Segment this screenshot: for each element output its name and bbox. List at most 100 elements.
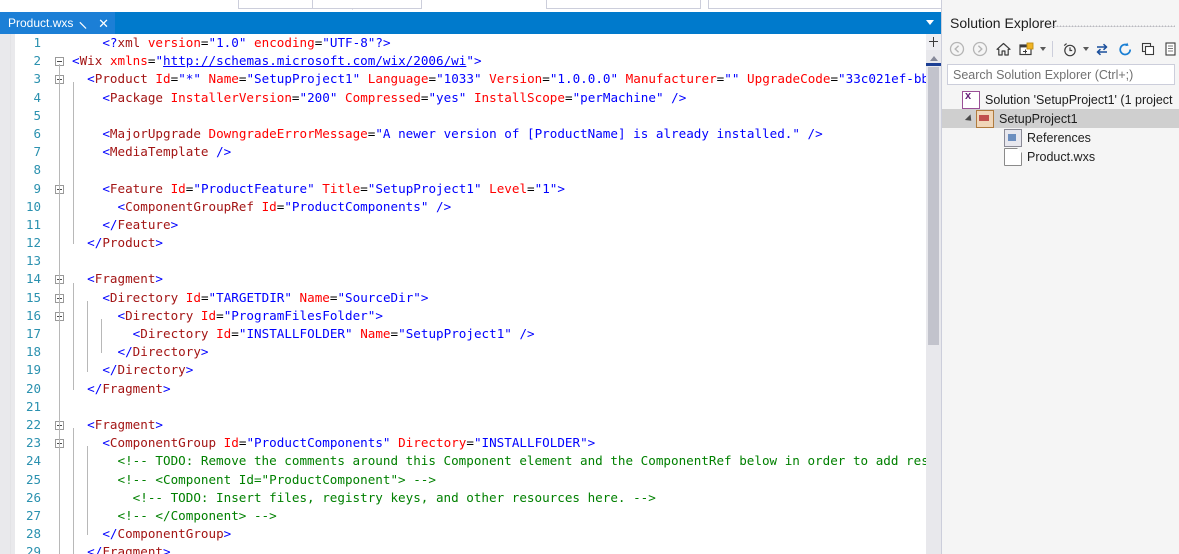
code-token: =	[390, 326, 399, 341]
forward-button[interactable]	[969, 38, 991, 60]
scrollbar-thumb[interactable]	[928, 67, 939, 345]
code-line[interactable]: 18 </Directory>	[15, 343, 926, 361]
code-line[interactable]: 23 <ComponentGroup Id = "ProductComponents…	[15, 434, 926, 452]
tree-item-solution-setupproject1-1-project[interactable]: Solution 'SetupProject1' (1 project	[942, 90, 1179, 109]
close-icon[interactable]: ✕	[98, 17, 109, 30]
code-line[interactable]: 26 <!-- TODO: Insert files, registry key…	[15, 489, 926, 507]
toolbar-combo-4[interactable]	[708, 0, 960, 9]
code-token: ComponentGroupRef	[125, 198, 254, 214]
line-number: 3	[33, 71, 41, 87]
code-token: <	[72, 326, 141, 341]
code-token: >	[163, 544, 171, 554]
code-line[interactable]: 20 </Fragment>	[15, 380, 926, 398]
code-line[interactable]: 6 <MajorUpgrade DowngradeErrorMessage="A…	[15, 125, 926, 143]
line-number: 13	[25, 253, 41, 269]
pin-icon[interactable]: ⚊	[77, 14, 95, 32]
code-line[interactable]: 19 </Directory>	[15, 361, 926, 379]
code-line[interactable]: 29 </Fragment>	[15, 543, 926, 554]
line-number: 21	[25, 398, 41, 414]
code-line[interactable]: 28 </ComponentGroup>	[15, 525, 926, 543]
tree-item-setupproject1[interactable]: SetupProject1	[942, 109, 1179, 128]
code-surface[interactable]: 1 <?xml version="1.0" encoding="UTF-8"?>…	[0, 34, 941, 554]
code-token: >	[170, 216, 179, 232]
toolbar-combo-2[interactable]	[312, 0, 422, 9]
fold-guide-line	[87, 300, 88, 372]
tree-item-label: Solution 'SetupProject1' (1 project	[985, 92, 1173, 107]
back-button[interactable]	[946, 38, 968, 60]
home-button[interactable]	[992, 38, 1014, 60]
code-line[interactable]: 7 <MediaTemplate />	[15, 143, 926, 161]
search-input[interactable]: Search Solution Explorer (Ctrl+;)	[947, 64, 1175, 85]
line-number: 22	[25, 416, 41, 432]
code-text: </Directory>	[72, 343, 208, 361]
code-token: Id	[223, 435, 239, 451]
code-line[interactable]: 1 <?xml version="1.0" encoding="UTF-8"?>	[15, 34, 926, 52]
code-token: >	[375, 307, 383, 323]
code-token: "ProductFeature"	[193, 180, 315, 196]
split-view-icon[interactable]	[926, 34, 941, 50]
folder-view-icon[interactable]	[1015, 38, 1037, 60]
code-token: "*"	[178, 71, 201, 87]
sync-icon[interactable]	[1091, 38, 1113, 60]
code-token: =	[216, 307, 224, 323]
editor-vertical-scrollbar[interactable]	[926, 34, 941, 554]
chevron-up-icon[interactable]	[926, 51, 941, 65]
code-text: <Feature Id="ProductFeature" Title="Setu…	[72, 180, 565, 198]
code-token: </	[72, 526, 118, 542]
pending-changes-dropdown-icon[interactable]	[1081, 38, 1090, 60]
code-line[interactable]: 16 <Directory Id="ProgramFilesFolder">	[15, 307, 926, 325]
code-line[interactable]: 27 <!-- </Component> -->	[15, 507, 926, 525]
code-line[interactable]: 11 </Feature>	[15, 216, 926, 234]
code-line[interactable]: 15 <Directory Id="TARGETDIR" Name="Sourc…	[15, 289, 926, 307]
code-token: <?	[72, 35, 118, 50]
code-line[interactable]: 25 <!-- <Component Id="ProductComponent"…	[15, 471, 926, 489]
code-line[interactable]: 12 </Product>	[15, 234, 926, 252]
properties-icon[interactable]	[1160, 38, 1179, 60]
code-line[interactable]: 22 <Fragment>	[15, 416, 926, 434]
code-token: Fragment	[102, 544, 164, 554]
code-token: "ProductComponents"	[284, 198, 429, 214]
code-line[interactable]: 8	[15, 161, 926, 179]
tab-product-wxs[interactable]: Product.wxs ⚊ ✕	[0, 12, 116, 34]
tree-item-references[interactable]: References	[942, 128, 1179, 147]
code-line[interactable]: 2 <Wix xmlns="http://schemas.microsoft.co…	[15, 52, 926, 70]
code-line[interactable]: 10 <ComponentGroupRef Id="ProductCompone…	[15, 198, 926, 216]
code-line[interactable]: 4 <Package InstallerVersion="200" Compre…	[15, 89, 926, 107]
code-line[interactable]: 5	[15, 107, 926, 125]
fold-guide-line	[73, 282, 74, 390]
folder-view-dropdown-icon[interactable]	[1038, 38, 1047, 60]
code-line[interactable]: 21	[15, 398, 926, 416]
collapse-all-icon[interactable]	[1137, 38, 1159, 60]
line-number: 28	[25, 526, 41, 542]
expander-open-icon[interactable]	[962, 109, 976, 128]
code-token: version	[147, 35, 201, 50]
code-token: <	[72, 307, 126, 323]
clock-icon[interactable]	[1058, 38, 1080, 60]
refresh-icon[interactable]	[1114, 38, 1136, 60]
code-line[interactable]: 24 <!-- TODO: Remove the comments around…	[15, 452, 926, 470]
tree-item-product-wxs[interactable]: Product.wxs	[942, 147, 1179, 166]
code-token: </	[72, 362, 118, 378]
code-line[interactable]: 9 <Feature Id="ProductFeature" Title="Se…	[15, 180, 926, 198]
code-line[interactable]: 17 <Directory Id="INSTALLFOLDER" Name="S…	[15, 325, 926, 343]
code-token: >	[223, 526, 232, 542]
toolbar-combo-3[interactable]	[546, 0, 701, 9]
code-token: Fragment	[94, 416, 156, 432]
code-text: <MajorUpgrade DowngradeErrorMessage="A n…	[72, 125, 822, 143]
code-line[interactable]: 3 <Product Id = "*" Name = "SetupProject1" L…	[15, 70, 926, 88]
indicator-margin[interactable]	[0, 34, 11, 554]
code-token: =	[466, 435, 474, 451]
code-token: />	[208, 144, 232, 160]
chevron-down-icon[interactable]	[926, 20, 934, 25]
code-token: >	[557, 180, 565, 196]
code-token: Name	[360, 326, 391, 341]
code-token: Name	[299, 289, 330, 305]
code-line[interactable]: 14 <Fragment>	[15, 270, 926, 288]
code-token: />	[663, 89, 687, 105]
code-line[interactable]: 13	[15, 252, 926, 270]
namespace-link[interactable]: http://schemas.microsoft.com/wix/2006/wi	[163, 53, 466, 68]
